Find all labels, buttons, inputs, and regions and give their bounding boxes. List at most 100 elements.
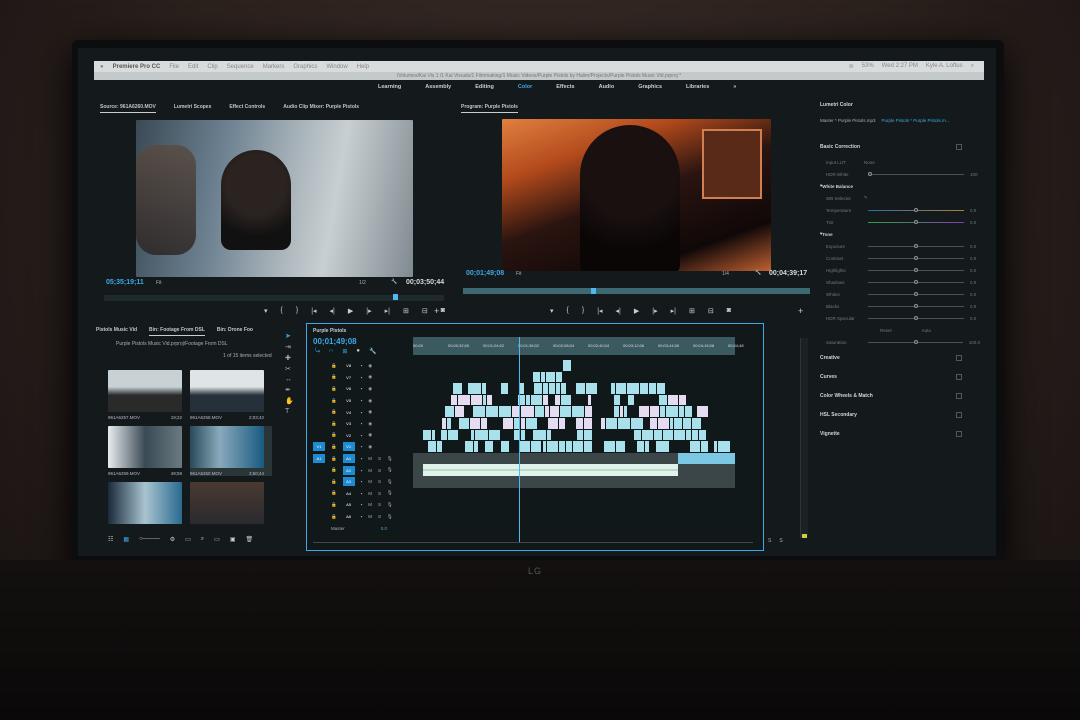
video-clip[interactable] (611, 383, 615, 394)
video-clip[interactable] (546, 429, 552, 441)
more-workspaces-button[interactable]: » (733, 84, 736, 90)
solo-button[interactable]: S (378, 468, 381, 473)
new-item-icon[interactable]: ▣ (230, 536, 236, 543)
sync-lock-icon[interactable]: ▪ (361, 514, 363, 519)
transport-button-4[interactable]: ◂| (330, 307, 335, 315)
video-clip[interactable] (472, 406, 485, 417)
section-toggle[interactable] (956, 354, 962, 361)
video-clip[interactable] (613, 406, 619, 417)
video-clip[interactable] (577, 429, 583, 441)
video-clip[interactable] (542, 441, 547, 452)
video-clip[interactable] (441, 418, 447, 429)
mute-button[interactable]: M (368, 514, 372, 519)
search-icon[interactable]: ⌕ (971, 63, 974, 70)
pen-tool-icon[interactable]: ✒ (285, 386, 294, 394)
nest-icon[interactable]: ⤿ (315, 348, 320, 355)
video-clip[interactable] (685, 429, 692, 441)
video-clip[interactable] (521, 429, 525, 441)
menu-graphics[interactable]: Graphics (293, 64, 317, 70)
clock[interactable]: Wed 2:27 PM (882, 63, 918, 70)
snap-icon[interactable]: ∩ (329, 348, 333, 355)
timeline-timecode[interactable]: 00;01;49;08 (313, 337, 357, 346)
video-clip[interactable] (485, 441, 493, 452)
source-resolution-dropdown[interactable]: 1/2 (359, 280, 366, 286)
video-clip[interactable] (428, 441, 436, 452)
video-clip[interactable] (457, 394, 471, 406)
eye-icon[interactable]: ◉ (368, 363, 372, 369)
mute-button[interactable]: M (368, 468, 372, 473)
transport-button-7[interactable]: ▸| (385, 307, 390, 315)
sync-lock-icon[interactable]: ▪ (361, 375, 363, 380)
project-tab-2[interactable]: Bin: Drone Foo (217, 327, 253, 336)
video-clip[interactable] (520, 418, 526, 429)
section-toggle[interactable] (956, 411, 962, 418)
sort-icon[interactable]: ⚙ (170, 536, 175, 543)
slider[interactable] (868, 303, 964, 308)
section-color-wheels-match[interactable]: Color Wheels & Match (820, 386, 962, 405)
tone-header[interactable]: ▾ Tone (820, 228, 980, 240)
sync-lock-icon[interactable]: ▪ (361, 363, 363, 368)
slider[interactable] (868, 279, 964, 284)
video-clip[interactable] (584, 406, 592, 417)
video-clip[interactable] (649, 418, 657, 429)
video-clip[interactable] (447, 429, 458, 441)
slider-value[interactable]: 0.0 (970, 304, 976, 309)
video-clip[interactable] (619, 406, 624, 417)
menu-help[interactable]: Help (357, 64, 369, 70)
section-toggle[interactable] (956, 392, 962, 399)
solo-left[interactable]: S (768, 538, 771, 544)
source-patch[interactable] (313, 396, 325, 405)
video-clip[interactable] (471, 394, 482, 406)
auto-button[interactable]: Auto (922, 328, 931, 333)
video-clip[interactable] (674, 429, 685, 441)
source-patch[interactable] (313, 431, 325, 440)
microphone-icon[interactable]: 🎙 (387, 467, 393, 473)
slider-value[interactable]: 0.0 (970, 280, 976, 285)
video-clip[interactable] (586, 383, 597, 394)
section-toggle[interactable] (956, 430, 962, 437)
video-clip[interactable] (543, 394, 548, 406)
new-bin-icon[interactable]: ▭ (214, 536, 220, 543)
slider-knob[interactable] (914, 303, 918, 308)
workspace-tab-color[interactable]: Color (518, 84, 532, 90)
source-patch[interactable] (313, 500, 325, 509)
video-clip[interactable] (642, 429, 654, 441)
slider-knob[interactable] (914, 267, 918, 272)
video-clip[interactable] (519, 441, 531, 452)
solo-button[interactable]: S (378, 491, 381, 496)
video-clip[interactable] (659, 394, 667, 406)
workspace-tab-libraries[interactable]: Libraries (686, 84, 709, 90)
video-clip[interactable] (560, 406, 572, 417)
solo-button[interactable]: S (378, 456, 381, 461)
slider-knob[interactable] (914, 207, 918, 212)
video-clip[interactable] (648, 383, 657, 394)
source-patch[interactable] (313, 408, 325, 417)
workspace-tab-effects[interactable]: Effects (556, 84, 574, 90)
slider-value[interactable]: 0.0 (970, 256, 976, 261)
video-clip[interactable] (698, 429, 706, 441)
video-clip[interactable] (640, 383, 648, 394)
source-patch[interactable] (313, 466, 325, 475)
video-clip[interactable] (692, 429, 698, 441)
video-clip[interactable] (431, 429, 435, 441)
lock-icon[interactable]: 🔒 (331, 479, 337, 485)
program-resolution-dropdown[interactable]: 1/4 (722, 271, 729, 277)
menu-sequence[interactable]: Sequence (227, 64, 254, 70)
sync-lock-icon[interactable]: ▪ (361, 386, 363, 391)
transport-button-10[interactable]: ◙ (727, 307, 731, 315)
video-clip[interactable] (679, 406, 684, 417)
video-clip[interactable] (546, 371, 556, 383)
section-creative[interactable]: Creative (820, 348, 962, 367)
video-clip[interactable] (697, 406, 708, 417)
section-curves[interactable]: Curves (820, 367, 962, 386)
transport-button-0[interactable]: ▾ (264, 307, 268, 315)
track-target[interactable]: V2 (343, 431, 355, 440)
lock-icon[interactable]: 🔒 (331, 386, 337, 392)
microphone-icon[interactable]: 🎙 (387, 479, 393, 485)
transport-button-4[interactable]: ◂| (616, 307, 621, 315)
video-clip[interactable] (544, 406, 549, 417)
video-clip[interactable] (657, 418, 669, 429)
eye-icon[interactable]: ◉ (368, 386, 372, 392)
section-hsl-secondary[interactable]: HSL Secondary (820, 405, 962, 424)
slider[interactable] (868, 315, 964, 320)
